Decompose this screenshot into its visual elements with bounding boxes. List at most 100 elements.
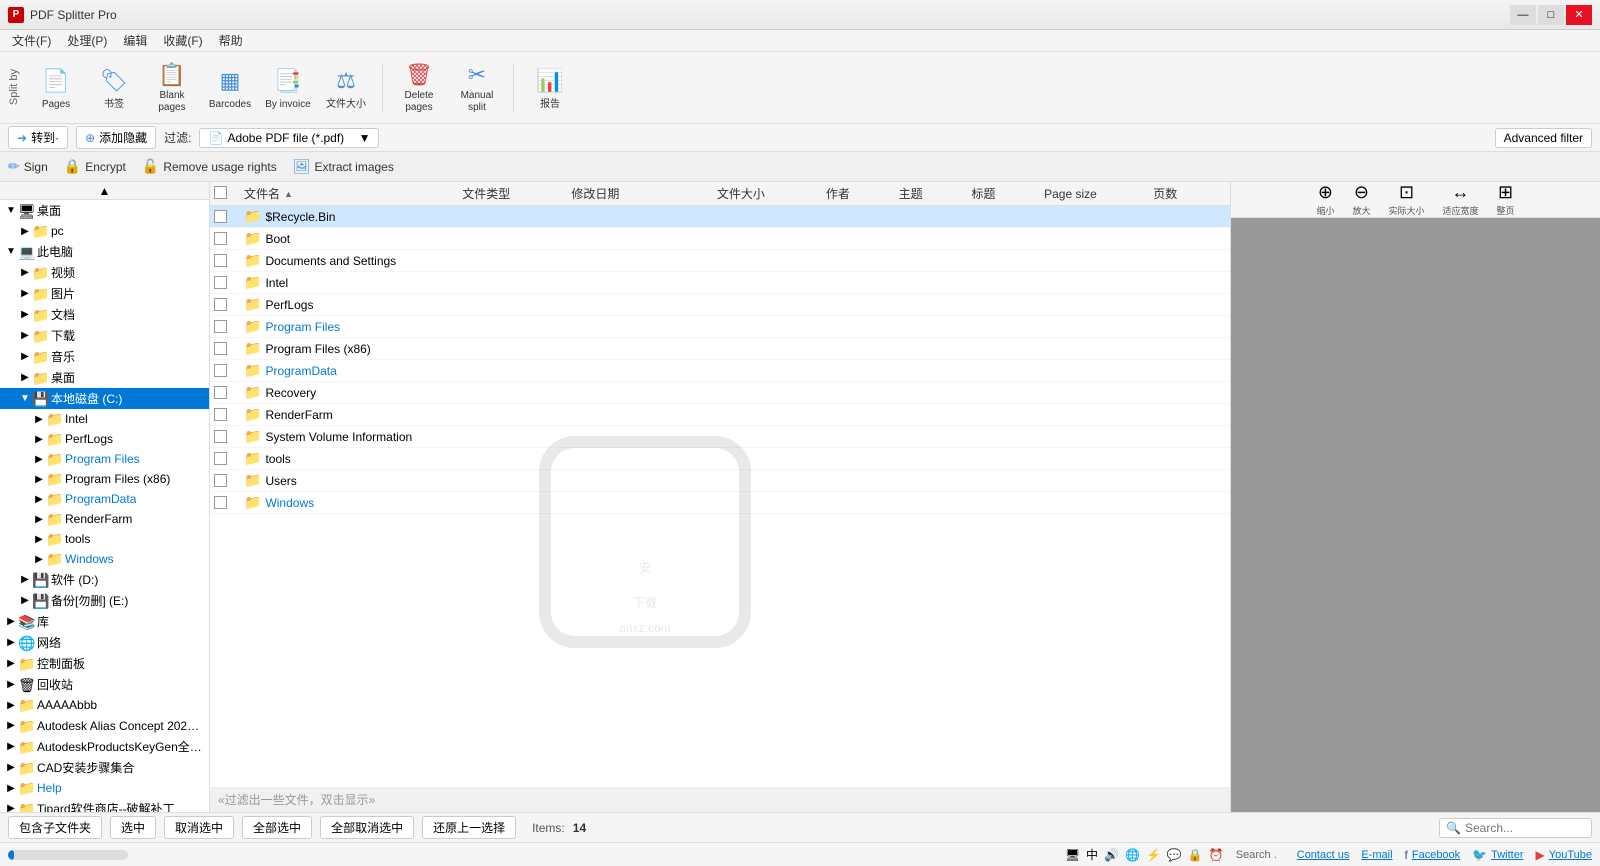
filter-dropdown[interactable]: 📄 Adobe PDF file (*.pdf) ▼ xyxy=(199,128,379,148)
sidebar-item-library[interactable]: ▶📚库 xyxy=(0,611,209,632)
advanced-filter-button[interactable]: Advanced filter xyxy=(1495,128,1592,148)
sidebar-item-recycle-bin[interactable]: ▶🗑回收站 xyxy=(0,674,209,695)
fit-page-button[interactable]: ⊞ 整页 xyxy=(1492,182,1520,220)
row-checkbox[interactable] xyxy=(214,210,227,223)
sidebar-item-video[interactable]: ▶📁视频 xyxy=(0,262,209,283)
filter-notice[interactable]: «过滤出一些文件，双击显示» xyxy=(210,787,1230,812)
sidebar-item-tipard[interactable]: ▶📁Tipard软件商店--破解补丁 xyxy=(0,798,209,812)
menu-process[interactable]: 处理(P) xyxy=(59,30,115,51)
youtube-link[interactable]: YouTube xyxy=(1549,849,1592,861)
col-pagesize-header[interactable]: Page size xyxy=(1044,187,1153,201)
select-button[interactable]: 选中 xyxy=(110,816,156,839)
table-row[interactable]: 📁Program Files xyxy=(210,316,1230,338)
col-subject-header[interactable]: 主题 xyxy=(899,185,972,202)
row-checkbox[interactable] xyxy=(214,408,227,421)
report-button[interactable]: 📊 报告 xyxy=(522,57,578,119)
sidebar-item-local-disk-c[interactable]: ▼💾本地磁盘 (C:) xyxy=(0,388,209,409)
sidebar-item-autodesk-keygen[interactable]: ▶📁AutodeskProductsKeyGen全系列 xyxy=(0,736,209,757)
sidebar-item-soft-d[interactable]: ▶💾软件 (D:) xyxy=(0,569,209,590)
remove-usage-action[interactable]: 🔓 Remove usage rights xyxy=(142,158,277,175)
actual-size-button[interactable]: ⊡ 实际大小 xyxy=(1383,182,1429,220)
sidebar-item-autodesk-alias[interactable]: ▶📁Autodesk Alias Concept 2020安装步 xyxy=(0,715,209,736)
col-title-header[interactable]: 标题 xyxy=(971,185,1044,202)
table-row[interactable]: 📁Documents and Settings xyxy=(210,250,1230,272)
sidebar-item-downloads[interactable]: ▶📁下载 xyxy=(0,325,209,346)
search-input[interactable] xyxy=(1465,821,1585,835)
table-row[interactable]: 📁ProgramData xyxy=(210,360,1230,382)
col-size-header[interactable]: 文件大小 xyxy=(717,185,826,202)
facebook-link[interactable]: Facebook xyxy=(1412,849,1460,861)
menu-edit[interactable]: 编辑 xyxy=(115,30,155,51)
row-checkbox[interactable] xyxy=(214,452,227,465)
table-row[interactable]: 📁Program Files (x86) xyxy=(210,338,1230,360)
col-pages-header[interactable]: 页数 xyxy=(1153,185,1226,202)
sidebar-item-network[interactable]: ▶🌐网络 xyxy=(0,632,209,653)
row-checkbox[interactable] xyxy=(214,496,227,509)
zoom-in-button[interactable]: ⊕ 缩小 xyxy=(1311,182,1339,220)
deselect-all-button[interactable]: 全部取消选中 xyxy=(320,816,414,839)
table-row[interactable]: 📁Intel xyxy=(210,272,1230,294)
sidebar-item-program-files[interactable]: ▶📁Program Files xyxy=(0,449,209,469)
sidebar-item-music[interactable]: ▶📁音乐 xyxy=(0,346,209,367)
contact-us-link[interactable]: Contact us xyxy=(1297,849,1350,861)
table-row[interactable]: 📁Windows xyxy=(210,492,1230,514)
sidebar-item-backup-e[interactable]: ▶💾备份[勿删] (E:) xyxy=(0,590,209,611)
sidebar-item-control-panel[interactable]: ▶📁控制面板 xyxy=(0,653,209,674)
col-author-header[interactable]: 作者 xyxy=(826,185,899,202)
zoom-out-button[interactable]: ⊖ 放大 xyxy=(1347,182,1375,220)
sidebar-item-cad-installer[interactable]: ▶📁CAD安装步骤集合 xyxy=(0,757,209,778)
sidebar-item-program-files-x86[interactable]: ▶📁Program Files (x86) xyxy=(0,469,209,489)
file-size-button[interactable]: ⚖ 文件大小 xyxy=(318,57,374,119)
row-checkbox[interactable] xyxy=(214,430,227,443)
close-button[interactable]: ✕ xyxy=(1566,5,1592,25)
fit-width-button[interactable]: ↔ 适应宽度 xyxy=(1438,182,1484,220)
row-checkbox[interactable] xyxy=(214,276,227,289)
table-row[interactable]: 📁System Volume Information xyxy=(210,426,1230,448)
sidebar-item-documents[interactable]: ▶📁文档 xyxy=(0,304,209,325)
menu-help[interactable]: 帮助 xyxy=(211,30,251,51)
sidebar-item-programdata[interactable]: ▶📁ProgramData xyxy=(0,489,209,509)
minimize-button[interactable]: — xyxy=(1510,5,1536,25)
row-checkbox[interactable] xyxy=(214,298,227,311)
sidebar-item-windows[interactable]: ▶📁Windows xyxy=(0,549,209,569)
sidebar-item-tools[interactable]: ▶📁tools xyxy=(0,529,209,549)
email-link[interactable]: E-mail xyxy=(1361,849,1392,861)
search-box[interactable]: 🔍 xyxy=(1439,818,1592,838)
tags-button[interactable]: 🏷 书签 xyxy=(86,57,142,119)
col-name-header[interactable]: 文件名 ▲ xyxy=(244,185,462,202)
col-date-header[interactable]: 修改日期 xyxy=(571,185,716,202)
deselect-button[interactable]: 取消选中 xyxy=(164,816,234,839)
row-checkbox[interactable] xyxy=(214,232,227,245)
restore-prev-button[interactable]: 还原上一选择 xyxy=(422,816,516,839)
maximize-button[interactable]: □ xyxy=(1538,5,1564,25)
table-row[interactable]: 📁Users xyxy=(210,470,1230,492)
add-hidden-button[interactable]: ⊕ 添加隐藏 xyxy=(76,126,156,149)
convert-button[interactable]: ➜ 转到· xyxy=(8,126,68,149)
sidebar-item-pictures[interactable]: ▶📁图片 xyxy=(0,283,209,304)
sidebar-item-this-pc[interactable]: ▼💻此电脑 xyxy=(0,241,209,262)
table-row[interactable]: 📁Boot xyxy=(210,228,1230,250)
table-row[interactable]: 📁tools xyxy=(210,448,1230,470)
row-checkbox[interactable] xyxy=(214,386,227,399)
manual-split-button[interactable]: ✂ Manual split xyxy=(449,57,505,119)
sidebar-item-perflogs[interactable]: ▶📁PerfLogs xyxy=(0,429,209,449)
row-checkbox[interactable] xyxy=(214,364,227,377)
twitter-link[interactable]: Twitter xyxy=(1491,849,1523,861)
sidebar-item-aaaaabbb[interactable]: ▶📁AAAAAbbb xyxy=(0,695,209,715)
encrypt-action[interactable]: 🔒 Encrypt xyxy=(64,158,126,175)
table-row[interactable]: 📁PerfLogs xyxy=(210,294,1230,316)
sidebar-item-desktop[interactable]: ▼🖥桌面 xyxy=(0,200,209,221)
by-invoice-button[interactable]: 📑 By invoice xyxy=(260,57,316,119)
select-all-checkbox[interactable] xyxy=(214,186,227,199)
sidebar-item-desktop2[interactable]: ▶📁桌面 xyxy=(0,367,209,388)
table-row[interactable]: 📁RenderFarm xyxy=(210,404,1230,426)
sidebar-item-pc[interactable]: ▶📁pc xyxy=(0,221,209,241)
sign-action[interactable]: ✏ Sign xyxy=(8,158,48,175)
row-checkbox[interactable] xyxy=(214,320,227,333)
blank-pages-button[interactable]: 📋 Blank pages xyxy=(144,57,200,119)
table-row[interactable]: 📁$Recycle.Bin xyxy=(210,206,1230,228)
barcodes-button[interactable]: ▦ Barcodes xyxy=(202,57,258,119)
row-checkbox[interactable] xyxy=(214,474,227,487)
pages-button[interactable]: 📄 Pages xyxy=(28,57,84,119)
sidebar-item-intel[interactable]: ▶📁Intel xyxy=(0,409,209,429)
